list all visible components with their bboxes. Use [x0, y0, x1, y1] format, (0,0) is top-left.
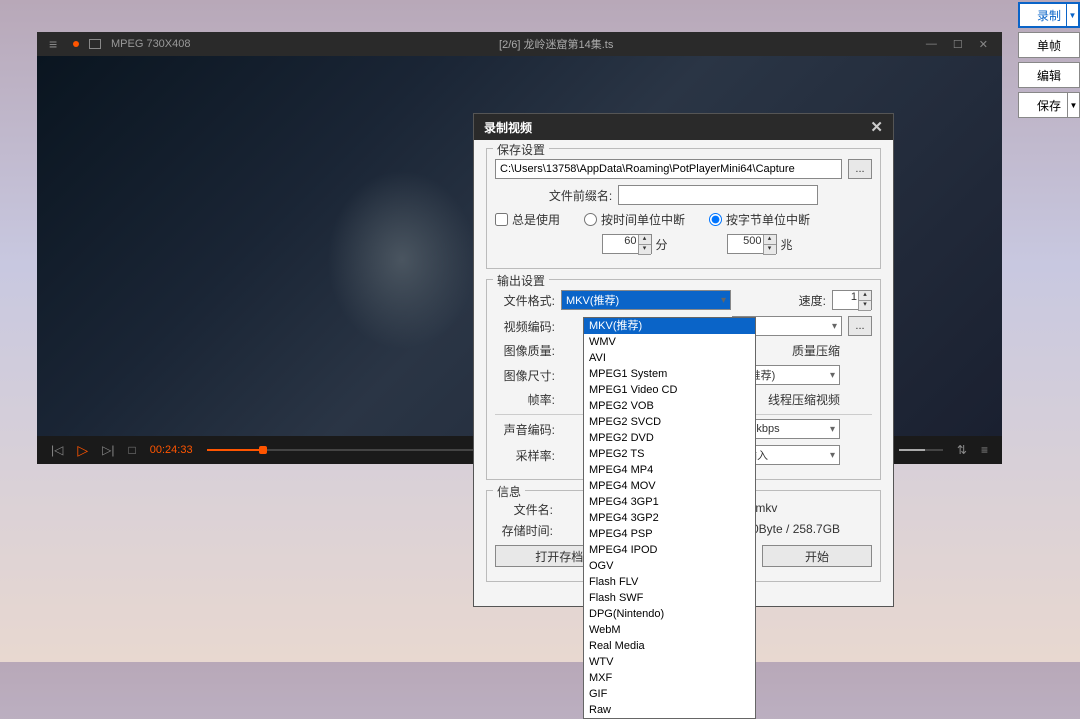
single-frame-button[interactable]: 单帧	[1018, 32, 1080, 58]
chevron-down-icon[interactable]: ▼	[1066, 4, 1078, 26]
menu-icon[interactable]	[49, 36, 63, 52]
maximize-button[interactable]: ☐	[949, 38, 967, 51]
next-button[interactable]: ▷|	[102, 443, 114, 457]
storage-value: 0Byte / 258.7GB	[752, 522, 872, 539]
record-indicator-icon	[73, 41, 79, 47]
dropdown-item[interactable]: MPEG4 PSP	[584, 526, 755, 542]
speed-label: 速度:	[799, 292, 826, 309]
time-elapsed: 00:24:33	[150, 444, 193, 456]
dropdown-item[interactable]: MPEG4 3GP1	[584, 494, 755, 510]
play-button[interactable]: ▷	[77, 442, 88, 459]
dropdown-item[interactable]: DPG(Nintendo)	[584, 606, 755, 622]
save-tool-button[interactable]: 保存▼	[1018, 92, 1080, 118]
image-size-label: 图像尺寸:	[495, 367, 555, 384]
dropdown-item[interactable]: MKV(推荐)	[584, 318, 755, 334]
dropdown-item[interactable]: MPEG4 MOV	[584, 478, 755, 494]
dropdown-item[interactable]: MPEG4 MP4	[584, 462, 755, 478]
start-button[interactable]: 开始	[762, 545, 872, 567]
file-format-combo[interactable]: MKV(推荐)	[561, 290, 731, 310]
save-settings-group: 保存设置 ... 文件前缀名: 总是使用 按时间单位中断 60▴▾ 分	[486, 148, 881, 269]
dropdown-item[interactable]: Flash SWF	[584, 590, 755, 606]
prefix-input[interactable]	[618, 185, 818, 205]
dropdown-item[interactable]: MPEG2 SVCD	[584, 414, 755, 430]
dialog-title: 录制视频	[484, 119, 532, 136]
dropdown-item[interactable]: MPEG2 DVD	[584, 430, 755, 446]
fps-combo[interactable]: 线程压缩视频	[768, 391, 840, 408]
browse-button[interactable]: ...	[848, 159, 872, 179]
dropdown-item[interactable]: WMV	[584, 334, 755, 350]
dropdown-item[interactable]: AVI	[584, 350, 755, 366]
audio-codec-label: 声音编码:	[495, 421, 555, 438]
chevron-down-icon[interactable]: ▼	[1067, 93, 1079, 117]
format-label: MPEG 730X408	[111, 38, 191, 50]
right-toolbar: 录制▼ 单帧 编辑 保存▼	[1018, 2, 1080, 118]
record-tool-button[interactable]: 录制▼	[1018, 2, 1080, 28]
dropdown-item[interactable]: MXF	[584, 670, 755, 686]
edit-tool-button[interactable]: 编辑	[1018, 62, 1080, 88]
dropdown-item[interactable]: MPEG1 System	[584, 366, 755, 382]
dropdown-item[interactable]: Flash FLV	[584, 574, 755, 590]
dropdown-item[interactable]: Real Media	[584, 638, 755, 654]
size-value-input[interactable]: 500▴▾	[727, 234, 777, 254]
dialog-titlebar: 录制视频 ✕	[474, 114, 893, 140]
size-unit: 兆	[781, 236, 793, 253]
path-input[interactable]	[495, 159, 842, 179]
volume-slider[interactable]	[899, 449, 943, 451]
prefix-label: 文件前缀名:	[549, 187, 612, 204]
dialog-close-button[interactable]: ✕	[870, 118, 883, 136]
file-name-label: 文件名:	[495, 501, 553, 518]
minimize-button[interactable]: —	[922, 38, 941, 51]
break-time-radio[interactable]: 按时间单位中断	[584, 211, 685, 228]
speed-input[interactable]: 1▴▾	[832, 290, 872, 310]
dropdown-item[interactable]: MPEG2 VOB	[584, 398, 755, 414]
break-size-radio[interactable]: 按字节单位中断	[709, 211, 810, 228]
dropdown-item[interactable]: Raw	[584, 702, 755, 718]
codec-settings-button[interactable]: ...	[848, 316, 872, 336]
dropdown-item[interactable]: OGV	[584, 558, 755, 574]
dropdown-item[interactable]: MPEG2 TS	[584, 446, 755, 462]
storage-label: 存储时间:	[495, 522, 553, 539]
dropdown-item[interactable]: WebM	[584, 622, 755, 638]
file-format-label: 文件格式:	[495, 292, 555, 309]
group-label: 输出设置	[493, 272, 549, 289]
time-unit: 分	[656, 236, 668, 253]
fps-label: 帧率:	[495, 391, 555, 408]
close-button[interactable]: ✕	[975, 38, 992, 51]
image-quality-label: 图像质量:	[495, 342, 555, 359]
dropdown-item[interactable]: MPEG4 3GP2	[584, 510, 755, 526]
monitor-icon[interactable]	[89, 39, 101, 49]
file-format-dropdown[interactable]: MKV(推荐)WMVAVIMPEG1 SystemMPEG1 Video CDM…	[583, 317, 756, 719]
always-use-checkbox[interactable]: 总是使用	[495, 211, 560, 228]
playlist-icon[interactable]: ≡	[981, 443, 988, 457]
dropdown-item[interactable]: WTV	[584, 654, 755, 670]
stop-button[interactable]: □	[129, 443, 136, 457]
group-label: 信息	[493, 483, 525, 500]
dropdown-item[interactable]: GIF	[584, 686, 755, 702]
dropdown-item[interactable]: MPEG1 Video CD	[584, 382, 755, 398]
player-titlebar: MPEG 730X408 [2/6] 龙岭迷窟第14集.ts — ☐ ✕	[37, 32, 1002, 56]
group-label: 保存设置	[493, 141, 549, 158]
video-codec-label: 视频编码:	[495, 318, 555, 335]
time-value-input[interactable]: 60▴▾	[602, 234, 652, 254]
equalizer-icon[interactable]: ⇅	[957, 443, 967, 457]
sample-rate-label: 采样率:	[495, 447, 555, 464]
window-title: [2/6] 龙岭迷窟第14集.ts	[191, 36, 922, 52]
prev-button[interactable]: |◁	[51, 443, 63, 457]
image-quality-combo[interactable]: 质量压缩	[792, 342, 840, 359]
file-name-value: .mkv	[752, 501, 872, 518]
dropdown-item[interactable]: MPEG4 IPOD	[584, 542, 755, 558]
